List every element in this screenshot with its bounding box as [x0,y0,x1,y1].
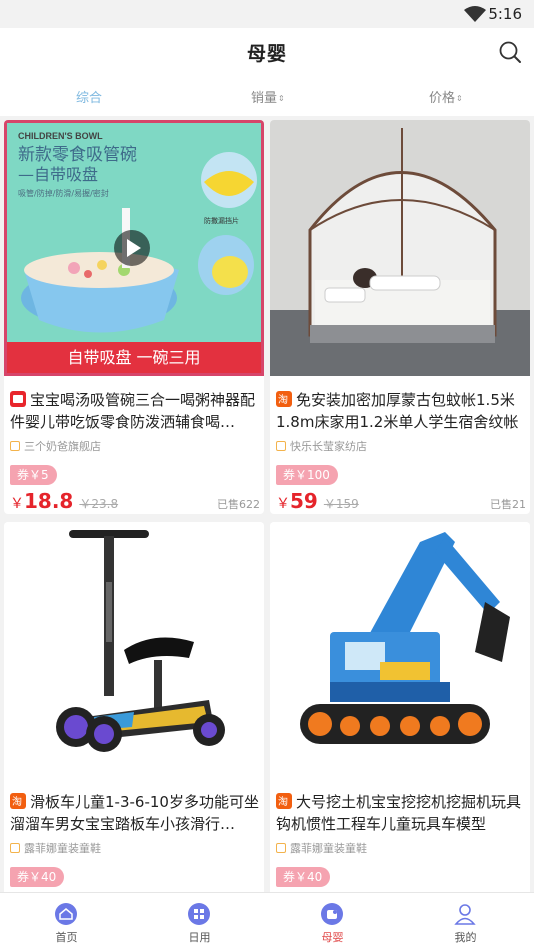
bowl-headline: 新款零食吸管碗 [18,145,137,165]
shop-name: 快乐长莹家纺店 [276,438,367,454]
product-card[interactable]: CHILDREN'S BOWL 新款零食吸管碗 —自带吸盘 吸管/防掉/防滑/易… [4,120,264,514]
sort-arrows-icon: ⇕ [456,94,463,103]
original-price: ￥23.8 [79,497,119,511]
taobao-icon [276,792,292,814]
wifi-icon [464,6,486,22]
bowl-tag: 防撒漏挡片 [204,216,239,225]
bowl-banner: 自带吸盘 一碗三用 [67,348,200,367]
product-image-scooter [4,522,264,778]
shop-icon [276,843,286,853]
original-price: ￥159 [323,497,359,511]
product-name: 免安装加密加厚蒙古包蚊帐1.5米1.8m床家用1.2米单人学生宿舍纹帐 [276,389,526,433]
price-row: ￥59 ￥159 已售21 [276,489,526,513]
shop-icon [276,441,286,451]
home-icon [55,903,77,925]
tab-home[interactable]: 首页 [0,893,133,949]
shop-icon [10,441,20,451]
price: 18.8 [24,489,74,513]
product-card[interactable]: 滑板车儿童1-3-6-10岁多功能可坐溜溜车男女宝宝踏板车小孩滑行… 露菲娜童装… [4,522,264,892]
product-image-excavator [270,522,530,778]
sort-bar: 综合 销量⇕ 价格⇕ [0,76,534,116]
user-icon [454,904,476,925]
baby-icon [321,903,343,925]
status-bar: 5:16 [0,0,534,28]
price-row: ￥18.8 ￥23.8 已售622 [10,489,260,513]
grid-icon [188,903,210,925]
currency-symbol: ￥ [276,496,290,512]
status-time: 5:16 [488,5,522,23]
tab-profile[interactable]: 我的 [399,893,532,949]
product-name: 宝宝喝汤吸管碗三合一喝粥神器配件婴儿带吃饭零食防泼洒辅食喝… [10,391,256,431]
coupon-badge: 券￥40 [10,867,65,887]
sort-tab-price[interactable]: 价格⇕ [429,87,463,106]
coupon-badge: 券￥40 [276,867,331,887]
bowl-subline: —自带吸盘 [18,165,98,184]
page-title: 母婴 [246,43,287,65]
product-name: 滑板车儿童1-3-6-10岁多功能可坐溜溜车男女宝宝踏板车小孩滑行… [10,791,260,835]
sold-count: 已售21 [490,498,526,511]
tab-baby[interactable]: 母婴 [266,893,399,949]
bowl-brand-text: CHILDREN'S BOWL [18,131,103,141]
search-icon[interactable] [498,40,522,64]
product-image-bowl: CHILDREN'S BOWL 新款零食吸管碗 —自带吸盘 吸管/防掉/防滑/易… [4,120,264,376]
sort-arrows-icon: ⇕ [278,94,285,103]
product-name: 大号挖土机宝宝挖挖机挖掘机玩具钩机惯性工程车儿童玩具车模型 [276,791,526,835]
bowl-features: 吸管/防掉/防滑/易握/密封 [18,188,109,198]
coupon-badge: 券￥100 [276,465,338,485]
price: 59 [290,489,318,513]
shop-icon [10,843,20,853]
sort-tab-sales[interactable]: 销量⇕ [251,87,285,106]
product-image-mosquito-net [270,120,530,376]
shop-name: 三个奶爸旗舰店 [10,438,101,454]
product-card[interactable]: 免安装加密加厚蒙古包蚊帐1.5米1.8m床家用1.2米单人学生宿舍纹帐 快乐长莹… [270,120,530,514]
currency-symbol: ￥ [10,496,24,512]
taobao-icon [276,390,292,412]
sort-tab-comprehensive[interactable]: 综合 [76,87,102,106]
tab-daily[interactable]: 日用 [133,893,266,949]
shop-name: 露菲娜童装童鞋 [10,840,101,856]
taobao-icon [10,792,26,814]
tmall-icon [10,391,26,407]
product-grid: CHILDREN'S BOWL 新款零食吸管碗 —自带吸盘 吸管/防掉/防滑/易… [0,116,534,892]
sold-count: 已售622 [217,498,260,511]
bottom-tab-bar: 首页 日用 母婴 我的 [0,892,534,949]
coupon-badge: 券￥5 [10,465,57,485]
top-header: 母婴 [0,28,534,76]
product-card[interactable]: 大号挖土机宝宝挖挖机挖掘机玩具钩机惯性工程车儿童玩具车模型 露菲娜童装童鞋 券￥… [270,522,530,892]
shop-name: 露菲娜童装童鞋 [276,840,367,856]
